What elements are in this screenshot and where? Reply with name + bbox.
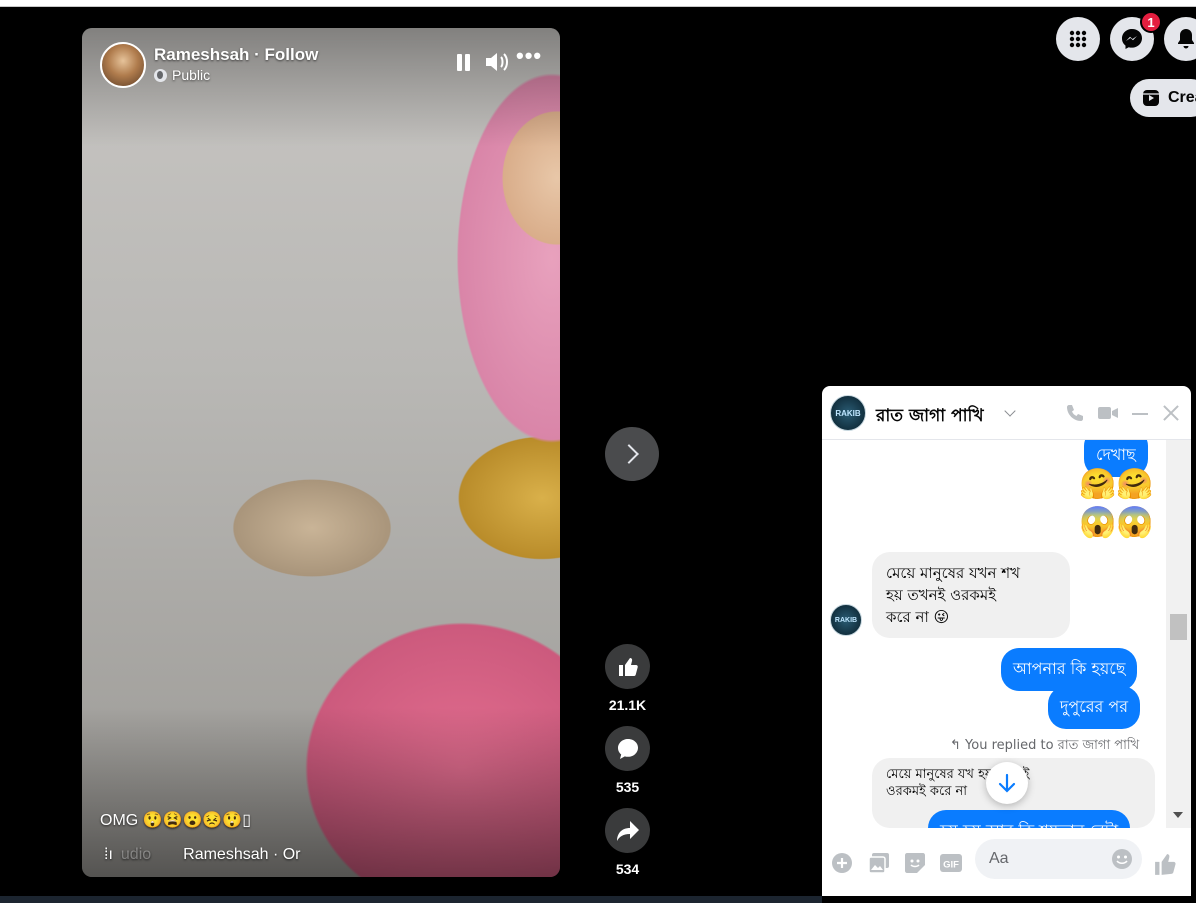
- message-in-line: করে না 😜: [886, 608, 950, 626]
- bell-icon: [1178, 29, 1194, 49]
- share-action[interactable]: 534: [605, 808, 650, 877]
- privacy-text: Public: [172, 67, 211, 83]
- notifications-button[interactable]: [1164, 17, 1196, 61]
- photo-icon[interactable]: [868, 852, 890, 874]
- thumbs-up-icon: [618, 657, 638, 676]
- pause-icon[interactable]: [456, 54, 472, 72]
- grid-menu-icon: [1069, 30, 1087, 48]
- comment-icon: [617, 738, 638, 759]
- taskbar-edge: [0, 896, 822, 903]
- video-shade: [82, 28, 560, 877]
- message-list[interactable]: দেখাছ 🤗🤗 😱😱 মেয়ে মানুষের যখন শখ হয় তখন…: [822, 440, 1191, 828]
- replied-note: ↰ You replied to রাত জাগা পাখি: [950, 738, 1140, 753]
- video-player[interactable]: Rameshsah · Follow Public ••• OMG 😲😫😮😣😲▯…: [82, 28, 560, 877]
- message-input[interactable]: [975, 839, 1095, 879]
- message-out[interactable]: দুপুরের পর: [1048, 686, 1141, 729]
- create-label: Crea: [1168, 89, 1196, 106]
- message-out[interactable]: হয় হয় আর কি শয়তান বেটা: [928, 810, 1131, 828]
- audio-row[interactable]: ⁞ı udio Rameshsah · Or: [104, 846, 301, 864]
- next-video-button[interactable]: [605, 427, 659, 481]
- message-out[interactable]: আপনার কি হয়ছে: [1001, 648, 1138, 691]
- volume-icon[interactable]: [484, 50, 510, 74]
- scroll-arrow-down-icon[interactable]: [1173, 812, 1183, 818]
- messenger-badge: 1: [1140, 11, 1162, 33]
- chevron-right-icon: [619, 444, 639, 464]
- phone-icon[interactable]: [1065, 403, 1087, 423]
- chat-title[interactable]: রাত জাগা পাখি: [876, 403, 984, 431]
- like-count: 21.1K: [608, 697, 647, 713]
- chat-header[interactable]: RAKIB রাত জাগা পাখি: [822, 386, 1191, 440]
- emoji-picker-icon[interactable]: [1111, 848, 1133, 870]
- create-button[interactable]: Crea: [1130, 79, 1196, 117]
- arrow-down-icon: [998, 773, 1016, 793]
- close-icon[interactable]: [1160, 403, 1182, 423]
- video-call-icon[interactable]: [1097, 403, 1119, 423]
- sticker-icon[interactable]: [904, 852, 926, 874]
- chat-scrollbar[interactable]: [1166, 440, 1191, 828]
- menu-button[interactable]: [1056, 17, 1100, 61]
- more-options-icon[interactable]: •••: [516, 44, 544, 68]
- reels-icon: [1143, 90, 1159, 106]
- chat-avatar[interactable]: RAKIB: [830, 395, 866, 431]
- like-action[interactable]: 21.1K: [605, 644, 650, 713]
- audio-waveform-icon: ⁞ı: [104, 846, 113, 863]
- comment-action[interactable]: 535: [605, 726, 650, 795]
- audio-source[interactable]: Rameshsah · Or: [183, 846, 300, 864]
- poster-name-follow[interactable]: Rameshsah · Follow: [154, 45, 318, 65]
- messenger-icon: [1122, 29, 1142, 49]
- audio-label: udio: [120, 846, 152, 863]
- video-caption: OMG 😲😫😮😣😲▯: [100, 812, 252, 829]
- sender-avatar[interactable]: RAKIB: [830, 604, 862, 636]
- minimize-icon[interactable]: [1129, 403, 1151, 423]
- svg-text:GIF: GIF: [943, 860, 959, 871]
- share-count: 534: [615, 861, 640, 877]
- message-in[interactable]: মেয়ে মানুষের যখন শখ হয় তখনই ওরকমই করে …: [872, 552, 1070, 638]
- message-input-box[interactable]: [975, 839, 1142, 879]
- emoji-message[interactable]: 🤗🤗: [1079, 468, 1154, 502]
- privacy-label: Public: [154, 67, 210, 83]
- message-in-line: মেয়ে মানুষের যখন শখ: [886, 564, 1020, 582]
- globe-icon: [154, 68, 167, 82]
- like-send-icon[interactable]: [1154, 852, 1176, 875]
- chat-composer: GIF: [822, 828, 1191, 896]
- poster-avatar[interactable]: [100, 42, 146, 88]
- like-button[interactable]: [605, 644, 650, 689]
- scroll-to-bottom-button[interactable]: [986, 762, 1028, 804]
- share-button[interactable]: [605, 808, 650, 853]
- emoji-message[interactable]: 😱😱: [1079, 506, 1154, 540]
- browser-top-edge: [0, 0, 1196, 7]
- scrollbar-thumb[interactable]: [1170, 614, 1187, 640]
- plus-circle-icon[interactable]: [831, 852, 853, 874]
- gif-icon[interactable]: GIF: [939, 852, 962, 874]
- comment-count: 535: [615, 779, 640, 795]
- chevron-down-icon[interactable]: [1004, 405, 1016, 417]
- comment-button[interactable]: [605, 726, 650, 771]
- chat-window[interactable]: RAKIB রাত জাগা পাখি দেখাছ 🤗🤗 😱😱 মেয়ে মা…: [822, 386, 1191, 896]
- share-arrow-icon: [616, 820, 639, 841]
- message-in-line: হয় তখনই ওরকমই: [886, 586, 997, 604]
